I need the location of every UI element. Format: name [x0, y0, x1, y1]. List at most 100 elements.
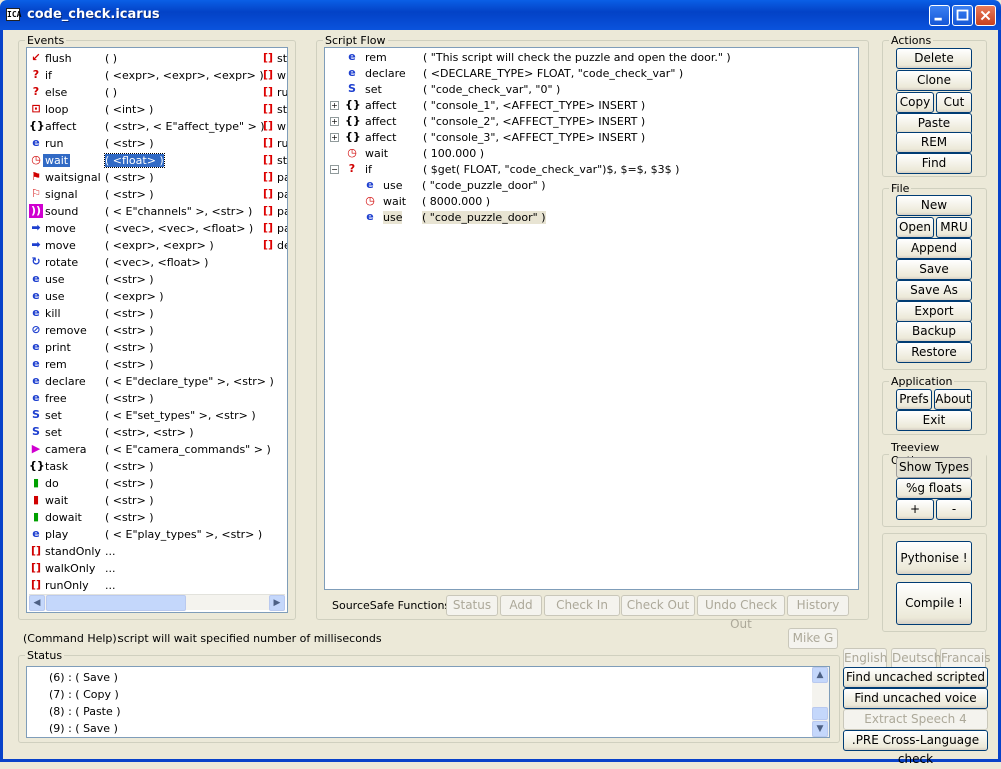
sourcesafe-history-button[interactable]: History: [787, 595, 849, 616]
scroll-up-icon[interactable]: ▲: [812, 667, 828, 683]
close-button[interactable]: [975, 5, 996, 26]
deutsch-button[interactable]: Deutsch: [891, 648, 941, 669]
save-as-button[interactable]: Save As: [896, 280, 972, 301]
event-item-use[interactable]: e use ( <expr> ): [29, 288, 287, 305]
event-item-clipped[interactable]: [] ru: [261, 84, 287, 101]
tree-node-use[interactable]: e use ( "code_puzzle_door" ): [363, 178, 845, 194]
event-item-walkonly[interactable]: [] walkOnly...: [29, 560, 287, 577]
export-button[interactable]: Export: [896, 301, 972, 322]
mru-button[interactable]: MRU: [936, 217, 972, 238]
pythonise-button[interactable]: Pythonise !: [896, 541, 972, 575]
sourcesafe-add-button[interactable]: Add: [500, 595, 542, 616]
expand-icon[interactable]: +: [330, 133, 339, 142]
rem-button[interactable]: REM: [896, 132, 972, 153]
event-item-loop[interactable]: ⊡ loop ( <int> ): [29, 101, 287, 118]
new-button[interactable]: New: [896, 195, 972, 216]
francais-button[interactable]: Francais: [940, 648, 990, 669]
event-item-set[interactable]: Sset ( <str>, <str> ): [29, 424, 287, 441]
script-flow-tree[interactable]: e rem( "This script will check the puzzle…: [324, 47, 859, 590]
event-item-else[interactable]: ? else ( ): [29, 84, 287, 101]
event-item-move[interactable]: ➡ move ( <expr>, <expr> ): [29, 237, 287, 254]
event-item-clipped[interactable]: [] st: [261, 50, 287, 67]
event-item-clipped[interactable]: []pa: [261, 220, 287, 237]
event-item-standonly[interactable]: [] standOnly...: [29, 543, 287, 560]
tree-node-affect[interactable]: {} affect ( "console_3", <AFFECT_TYPE> INS…: [345, 130, 845, 146]
event-item-clipped[interactable]: []pa: [261, 186, 287, 203]
event-item-clipped[interactable]: []de: [261, 237, 287, 254]
event-item-clipped[interactable]: [] st: [261, 152, 287, 169]
scroll-left-icon[interactable]: ◀: [29, 595, 45, 611]
tree-node-declare[interactable]: e declare ( <DECLARE_TYPE> FLOAT, "code_ch…: [345, 66, 845, 82]
find-button[interactable]: Find: [896, 153, 972, 174]
event-item-clipped[interactable]: [] w: [261, 67, 287, 84]
tree-node-rem[interactable]: e rem ( "This script will check the puzzle…: [345, 50, 845, 66]
show-types-toggle[interactable]: Show Types: [896, 457, 972, 478]
expand-icon[interactable]: +: [330, 117, 339, 126]
about-button[interactable]: About: [934, 389, 972, 410]
tree-node-wait[interactable]: ◷ wait ( 8000.000 ): [363, 194, 845, 210]
g-floats-toggle[interactable]: %g floats: [896, 478, 972, 499]
event-item-flush[interactable]: ↙ flush ( ): [29, 50, 287, 67]
event-item-remove[interactable]: ⊘ remove ( <str> ): [29, 322, 287, 339]
events-list[interactable]: ↙ flush ( )? if ( <expr>, <expr>, <expr> )? e…: [26, 47, 288, 613]
restore-button[interactable]: Restore: [896, 342, 972, 363]
clone-button[interactable]: Clone: [896, 70, 972, 91]
save-button[interactable]: Save: [896, 259, 972, 280]
find-uncached-audio-button[interactable]: Find uncached scripted audio: [843, 667, 988, 703]
scroll-thumb[interactable]: [46, 595, 186, 611]
event-item-camera[interactable]: ▶ camera ( < E"camera_commands" > ): [29, 441, 287, 458]
scroll-right-icon[interactable]: ▶: [269, 595, 285, 611]
event-item-wait[interactable]: ▮ wait ( <str> ): [29, 492, 287, 509]
event-item-declare[interactable]: e declare ( < E"declare_type" >, <str> ): [29, 373, 287, 390]
append-button[interactable]: Append: [896, 238, 972, 259]
event-item-play[interactable]: e play ( < E"play_types" >, <str> ): [29, 526, 287, 543]
tree-node-use[interactable]: e use ( "code_puzzle_door" ): [363, 210, 845, 226]
event-item-wait[interactable]: ◷ wait ( <float> ): [29, 152, 287, 169]
english-button[interactable]: English: [843, 648, 887, 669]
event-item-clipped[interactable]: []pa: [261, 169, 287, 186]
delete-button[interactable]: Delete: [896, 48, 972, 69]
event-item-waitsignal[interactable]: ⚑ waitsignal ( <str> ): [29, 169, 287, 186]
prefs-button[interactable]: Prefs: [896, 389, 932, 410]
maximize-button[interactable]: [952, 5, 973, 26]
event-item-free[interactable]: e free ( <str> ): [29, 390, 287, 407]
status-list[interactable]: (6) : ( Save ) (7) : ( Copy ) (8) : ( Pa…: [26, 666, 830, 738]
tree-node-if[interactable]: ? if ( $get( FLOAT, "code_check_var")$, $=…: [345, 162, 845, 178]
event-item-clipped[interactable]: [] ru: [261, 135, 287, 152]
event-item-task[interactable]: {} task ( <str> ): [29, 458, 287, 475]
expand-all-button[interactable]: +: [896, 499, 934, 520]
open-button[interactable]: Open: [896, 217, 934, 238]
scroll-thumb[interactable]: [812, 707, 828, 720]
event-item-if[interactable]: ? if ( <expr>, <expr>, <expr> ): [29, 67, 287, 84]
event-item-use[interactable]: e use ( <str> ): [29, 271, 287, 288]
extract-speech-button[interactable]: Extract Speech 4 translation: [843, 709, 988, 745]
event-item-clipped[interactable]: []pa: [261, 203, 287, 220]
copy-button[interactable]: Copy: [896, 92, 934, 113]
event-item-runonly[interactable]: [] runOnly...: [29, 577, 287, 594]
collapse-all-button[interactable]: -: [936, 499, 972, 520]
exit-button[interactable]: Exit: [896, 410, 972, 431]
sourcesafe-status-button[interactable]: Status: [446, 595, 498, 616]
event-item-dowait[interactable]: ▮ dowait ( <str> ): [29, 509, 287, 526]
event-item-clipped[interactable]: [] st: [261, 101, 287, 118]
events-horizontal-scrollbar[interactable]: ◀ ▶: [29, 594, 285, 611]
scroll-down-icon[interactable]: ▼: [812, 721, 828, 737]
event-item-do[interactable]: ▮ do ( <str> ): [29, 475, 287, 492]
sourcesafe-check-in-button[interactable]: Check In: [544, 595, 620, 616]
tree-node-wait[interactable]: ◷ wait ( 100.000 ): [345, 146, 845, 162]
sourcesafe-check-out-button[interactable]: Check Out: [621, 595, 695, 616]
backup-button[interactable]: Backup: [896, 321, 972, 342]
event-item-set[interactable]: Sset ( < E"set_types" >, <str> ): [29, 407, 287, 424]
tree-node-affect[interactable]: {} affect ( "console_2", <AFFECT_TYPE> INS…: [345, 114, 845, 130]
find-uncached-voice-button[interactable]: Find uncached voice files: [843, 688, 988, 724]
event-item-signal[interactable]: ⚐ signal ( <str> ): [29, 186, 287, 203]
event-item-kill[interactable]: e kill ( <str> ): [29, 305, 287, 322]
tree-node-set[interactable]: Sset ( "code_check_var", "0" ): [345, 82, 845, 98]
tree-node-affect[interactable]: {} affect ( "console_1", <AFFECT_TYPE> INS…: [345, 98, 845, 114]
event-item-rem[interactable]: e rem ( <str> ): [29, 356, 287, 373]
collapse-icon[interactable]: −: [330, 165, 339, 174]
event-item-affect[interactable]: {} affect ( <str>, < E"affect_type" > ): [29, 118, 287, 135]
minimize-button[interactable]: [929, 5, 950, 26]
sourcesafe-undo-check-out-button[interactable]: Undo Check Out: [697, 595, 785, 631]
event-item-clipped[interactable]: [] w: [261, 118, 287, 135]
